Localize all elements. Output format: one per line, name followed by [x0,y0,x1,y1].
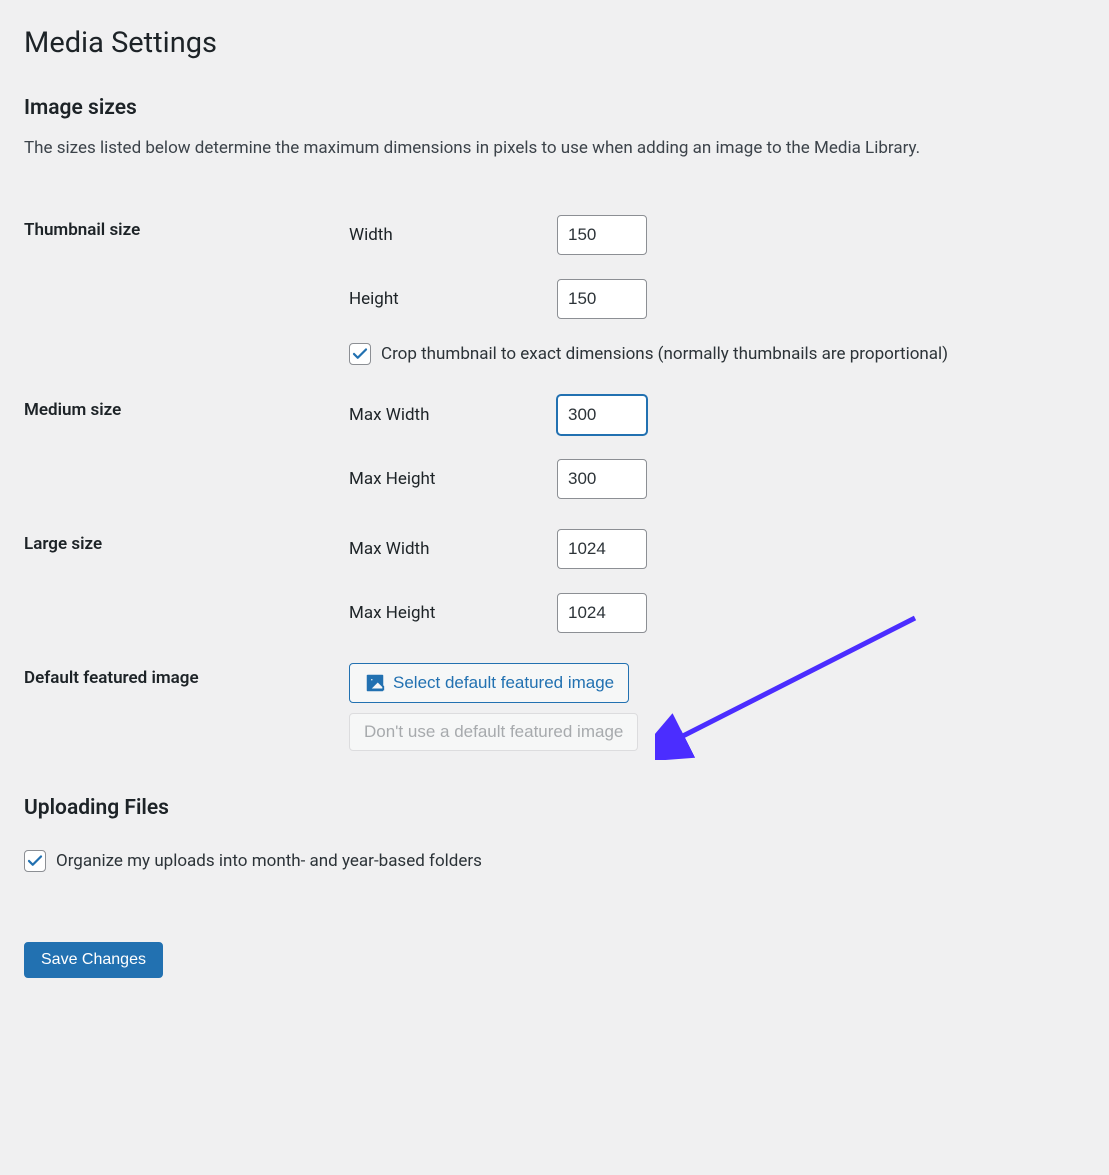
check-icon [26,852,44,870]
default-featured-label: Default featured image [24,648,339,776]
page-title: Media Settings [24,26,1085,60]
large-size-label: Large size [24,514,339,648]
thumbnail-width-label: Width [349,225,557,245]
select-default-featured-button[interactable]: Select default featured image [349,663,629,703]
select-default-featured-label: Select default featured image [393,673,614,693]
remove-default-featured-label: Don't use a default featured image [364,722,623,742]
check-icon [351,345,369,363]
image-icon [364,672,386,694]
thumbnail-size-label: Thumbnail size [24,200,339,380]
large-max-width-input[interactable] [557,529,647,569]
thumbnail-height-input[interactable] [557,279,647,319]
medium-max-height-label: Max Height [349,469,557,489]
thumbnail-width-input[interactable] [557,215,647,255]
organize-uploads-label[interactable]: Organize my uploads into month- and year… [56,851,482,871]
image-sizes-heading: Image sizes [24,96,1085,120]
save-changes-button[interactable]: Save Changes [24,942,163,978]
medium-max-width-label: Max Width [349,405,557,425]
remove-default-featured-button[interactable]: Don't use a default featured image [349,713,638,751]
image-sizes-table: Thumbnail size Width Height Crop thumbna… [24,200,1085,776]
medium-max-width-input[interactable] [557,395,647,435]
thumbnail-crop-label[interactable]: Crop thumbnail to exact dimensions (norm… [381,344,948,364]
image-sizes-description: The sizes listed below determine the max… [24,138,1085,158]
medium-size-label: Medium size [24,380,339,514]
large-max-width-label: Max Width [349,539,557,559]
uploading-files-heading: Uploading Files [24,796,1085,820]
large-max-height-label: Max Height [349,603,557,623]
thumbnail-height-label: Height [349,289,557,309]
large-max-height-input[interactable] [557,593,647,633]
thumbnail-crop-checkbox[interactable] [349,343,371,365]
organize-uploads-checkbox[interactable] [24,850,46,872]
medium-max-height-input[interactable] [557,459,647,499]
